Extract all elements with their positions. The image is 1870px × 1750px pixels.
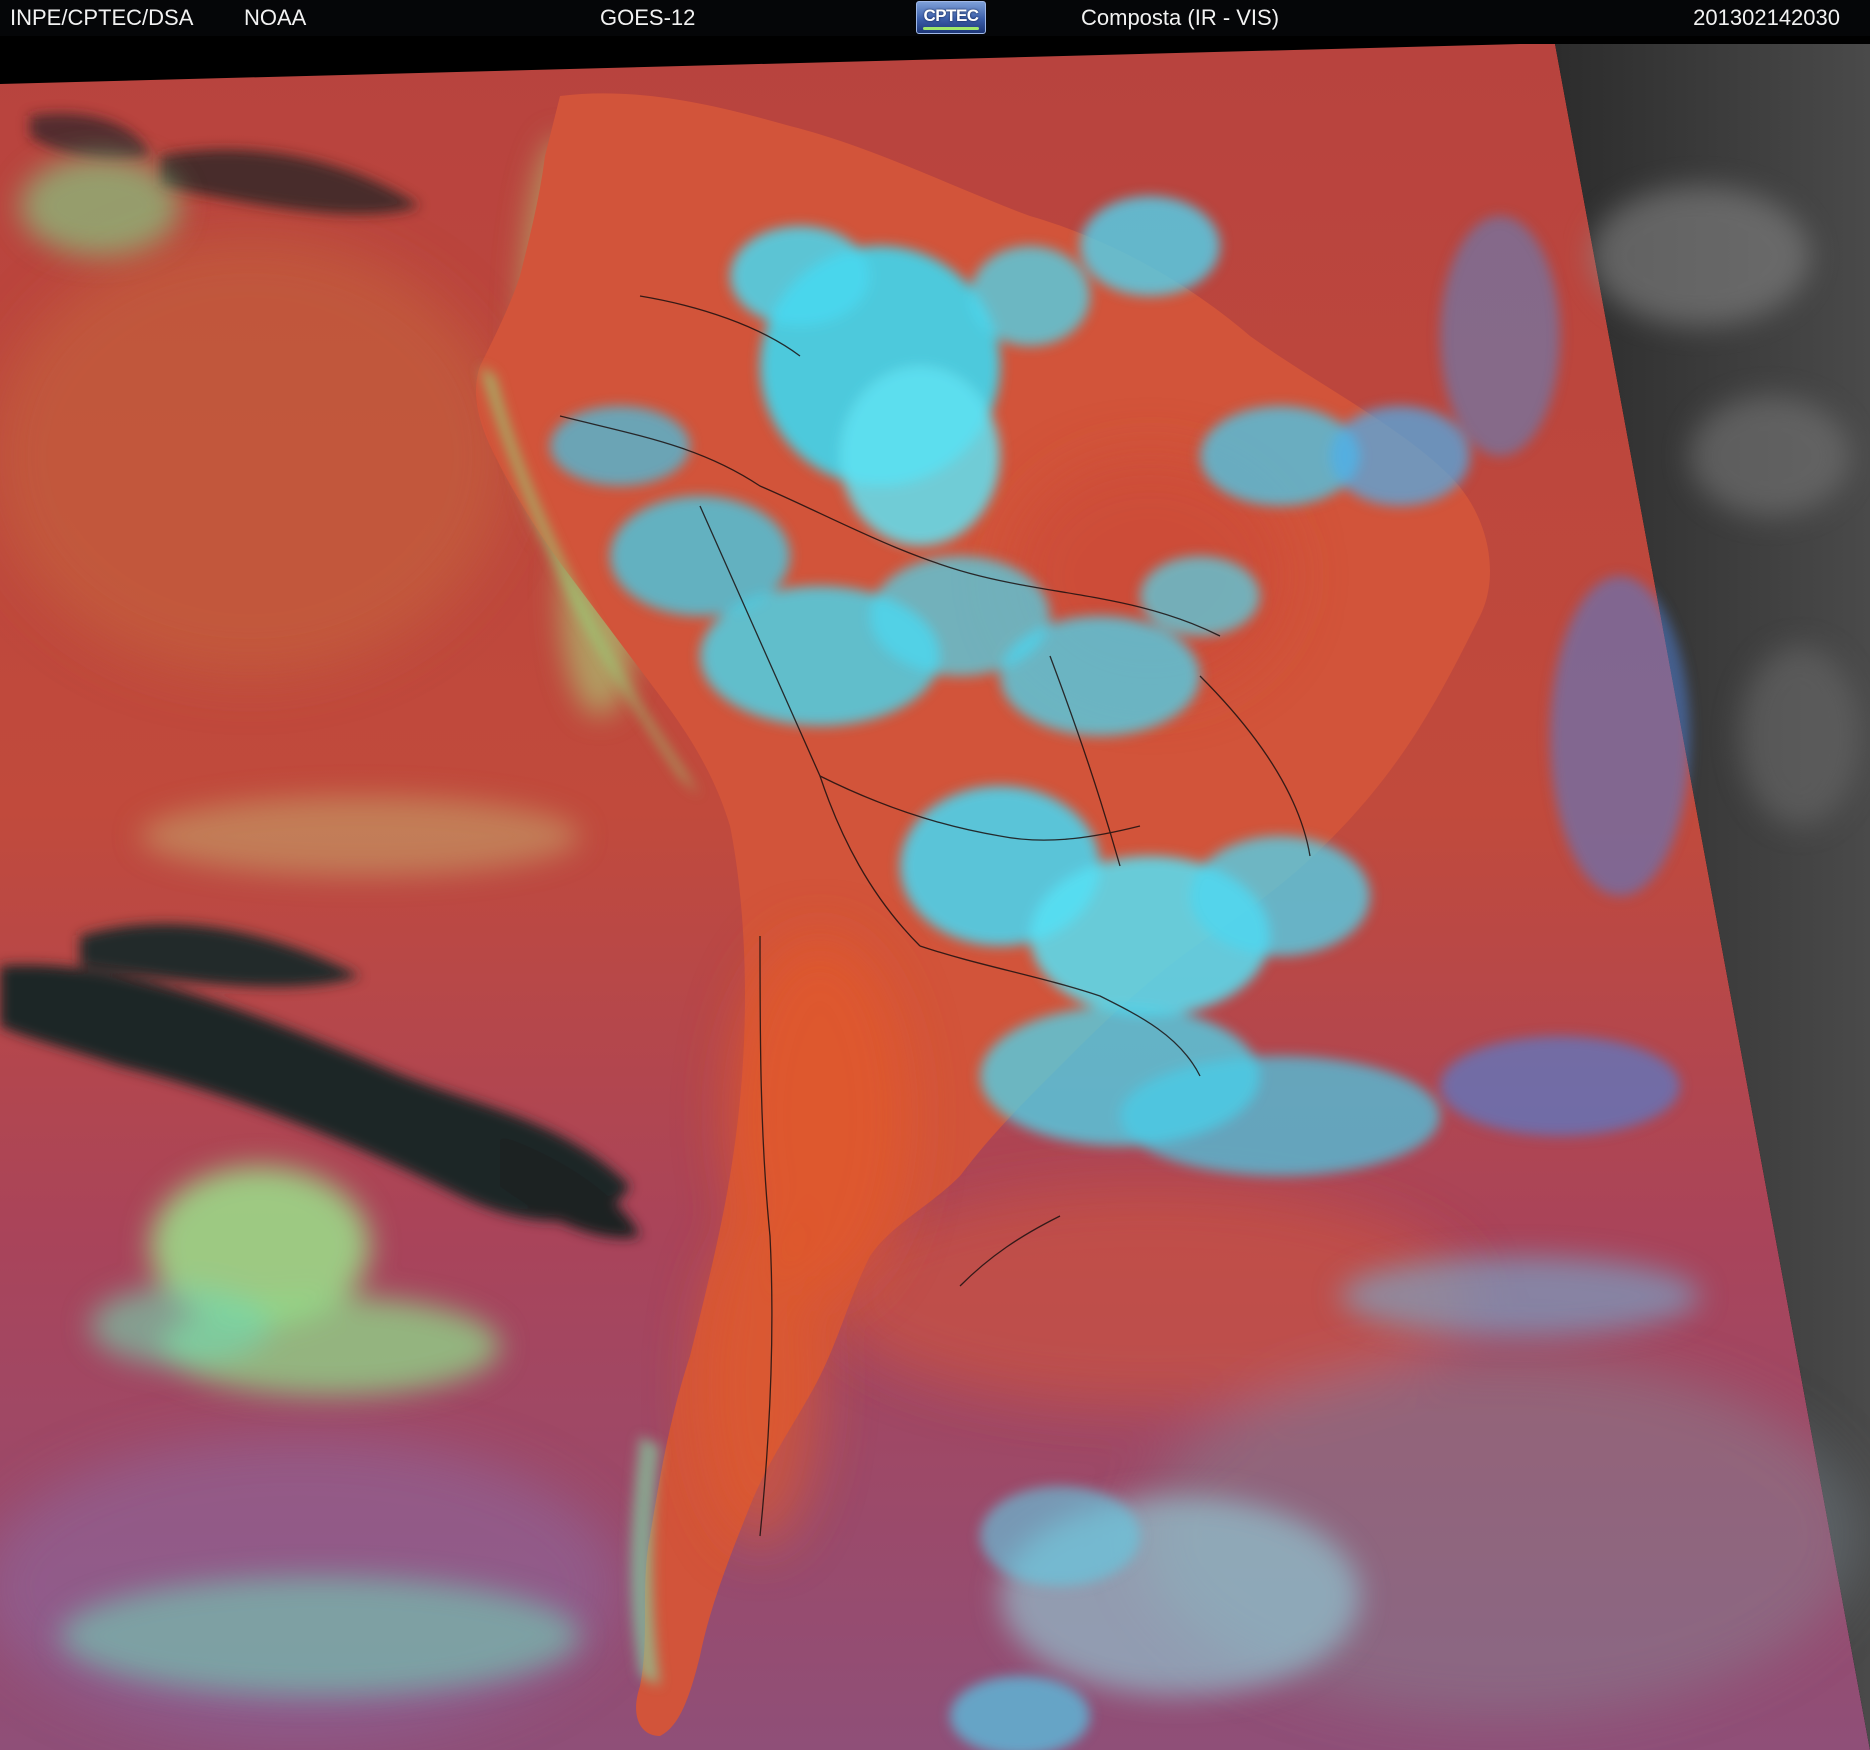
satellite-label: GOES-12 xyxy=(600,5,696,30)
product-label: Composta (IR - VIS) xyxy=(1081,5,1280,30)
org-label: INPE/CPTEC/DSA xyxy=(10,5,194,30)
agency-label: NOAA xyxy=(244,5,307,30)
header-bar: INPE/CPTEC/DSA NOAA GOES-12 CPTEC Compos… xyxy=(0,0,1870,36)
cptec-logo: CPTEC xyxy=(916,1,986,34)
satellite-image xyxy=(0,36,1870,1750)
timestamp-label: 201302142030 xyxy=(1693,5,1840,30)
